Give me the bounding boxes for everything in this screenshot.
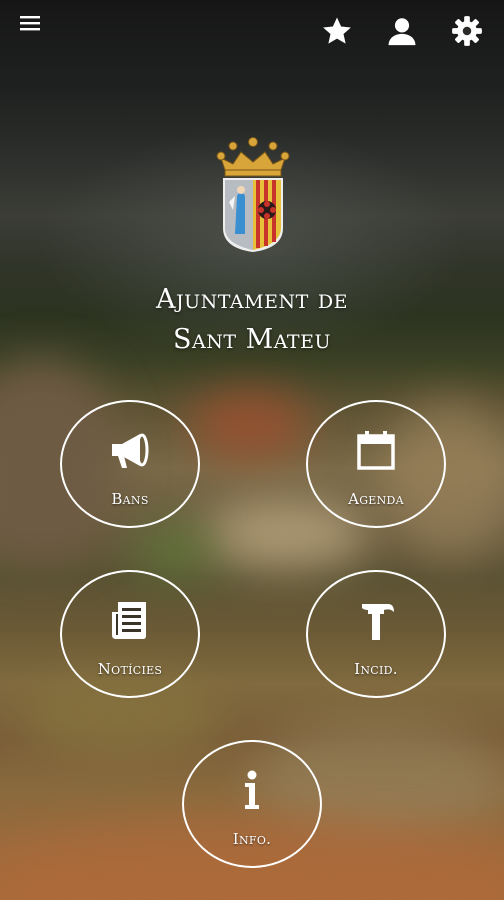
town-coat-of-arms [215, 136, 291, 254]
info-icon [245, 770, 259, 809]
tile-label: Incid. [354, 660, 398, 678]
tile-label: Notícies [97, 660, 163, 678]
page-title-line-2: Sant Mateu [173, 324, 331, 355]
megaphone-icon [112, 433, 149, 468]
page-title-line-1: Ajuntament de [156, 284, 348, 315]
incid-button[interactable]: Incid. [306, 570, 446, 698]
tile-label: Agenda [348, 490, 404, 508]
info-button[interactable]: Info. [182, 740, 322, 868]
gear-icon[interactable] [450, 14, 484, 48]
hammer-icon [362, 604, 394, 640]
tile-label: Info. [232, 830, 272, 848]
noticies-button[interactable]: Notícies [60, 570, 200, 698]
newspaper-icon [112, 602, 146, 639]
tile-label: Bans [111, 490, 149, 508]
calendar-icon [357, 431, 395, 470]
bans-button[interactable]: Bans [60, 400, 200, 528]
user-icon[interactable] [385, 14, 419, 48]
star-icon[interactable] [320, 14, 354, 48]
hamburger-menu-icon[interactable] [18, 12, 44, 36]
agenda-button[interactable]: Agenda [306, 400, 446, 528]
top-app-bar [0, 0, 504, 60]
